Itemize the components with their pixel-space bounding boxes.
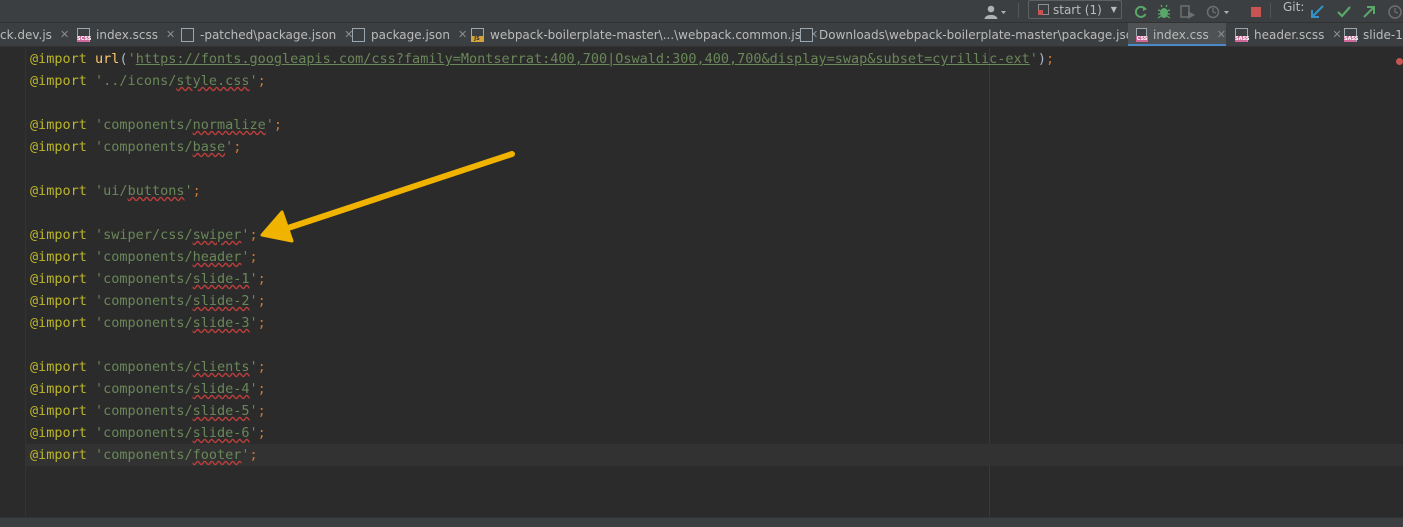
close-icon[interactable]: ✕ xyxy=(1217,28,1226,41)
tab-label: -patched\package.json xyxy=(200,27,337,42)
tab-package-json[interactable]: package.json ✕ xyxy=(352,23,467,46)
json-file-icon xyxy=(800,27,813,42)
code-line[interactable] xyxy=(30,202,1054,224)
code-line[interactable]: @import 'components/footer'; xyxy=(30,444,1054,466)
toolbar-separator xyxy=(1018,3,1019,18)
error-indicator-icon xyxy=(1396,58,1403,65)
scss-file-icon: SCSS xyxy=(77,27,91,42)
tab-header-scss[interactable]: SASS header.scss ✕ xyxy=(1235,23,1342,46)
run-configuration-selector[interactable]: start (1) ▼ xyxy=(1028,0,1122,19)
tab-label: index.css xyxy=(1153,27,1209,42)
code-editor[interactable]: @import url('https://fonts.googleapis.co… xyxy=(0,47,1403,517)
close-icon[interactable]: ✕ xyxy=(60,28,69,41)
code-line[interactable]: @import 'components/slide-6'; xyxy=(30,422,1054,444)
vcs-label: Git: xyxy=(1283,0,1305,14)
tab-label: ck.dev.js xyxy=(0,27,52,42)
code-line[interactable]: @import url('https://fonts.googleapis.co… xyxy=(30,48,1054,70)
tab-index-css[interactable]: CSS index.css ✕ xyxy=(1128,23,1226,46)
code-line[interactable]: @import '../icons/style.css'; xyxy=(30,70,1054,92)
profile-icon[interactable] xyxy=(1206,0,1232,23)
tab-label: index.scss xyxy=(96,27,158,42)
coverage-icon[interactable] xyxy=(1180,0,1198,23)
json-file-icon xyxy=(352,27,365,42)
code-line[interactable]: @import 'components/slide-2'; xyxy=(30,290,1054,312)
close-icon[interactable]: ✕ xyxy=(166,28,175,41)
code-line[interactable] xyxy=(30,158,1054,180)
code-line[interactable]: @import 'components/base'; xyxy=(30,136,1054,158)
tab-label: Downloads\webpack-boilerplate-master\pac… xyxy=(819,27,1141,42)
tab-downloads-package-json[interactable]: Downloads\webpack-boilerplate-master\pac… xyxy=(800,23,1158,46)
tab-index-scss[interactable]: SCSS index.scss ✕ xyxy=(77,23,175,46)
npm-config-icon xyxy=(1038,4,1049,15)
vcs-commit-icon[interactable] xyxy=(1336,0,1352,23)
tab-slide-1-scss[interactable]: SASS slide-1.s xyxy=(1344,23,1403,46)
sass-file-icon: SASS xyxy=(1344,27,1358,42)
code-lines[interactable]: @import url('https://fonts.googleapis.co… xyxy=(30,48,1054,466)
code-line[interactable]: @import 'components/slide-3'; xyxy=(30,312,1054,334)
chevron-down-icon: ▼ xyxy=(1110,5,1117,14)
status-bar xyxy=(0,517,1403,527)
close-icon[interactable]: ✕ xyxy=(458,28,467,41)
js-file-icon: JS xyxy=(471,27,484,42)
sass-file-icon: SASS xyxy=(1235,27,1249,42)
code-line[interactable]: @import 'ui/buttons'; xyxy=(30,180,1054,202)
close-icon[interactable]: ✕ xyxy=(1332,28,1341,41)
tab-patched-package-json[interactable]: -patched\package.json ✕ xyxy=(181,23,353,46)
code-line[interactable]: @import 'components/header'; xyxy=(30,246,1054,268)
code-line[interactable] xyxy=(30,334,1054,356)
css-file-icon: CSS xyxy=(1136,27,1148,42)
code-line[interactable]: @import 'components/slide-4'; xyxy=(30,378,1054,400)
stop-icon[interactable] xyxy=(1250,0,1262,23)
debug-icon[interactable] xyxy=(1156,0,1172,23)
run-configuration-label: start (1) xyxy=(1053,2,1102,17)
code-line[interactable]: @import 'components/clients'; xyxy=(30,356,1054,378)
code-line[interactable]: @import 'components/normalize'; xyxy=(30,114,1054,136)
tab-label: package.json xyxy=(371,27,451,42)
json-file-icon xyxy=(181,27,194,42)
vcs-push-icon[interactable] xyxy=(1361,0,1377,23)
user-icon[interactable] xyxy=(983,0,1007,23)
code-line[interactable]: @import 'components/slide-5'; xyxy=(30,400,1054,422)
main-toolbar: start (1) ▼ Git: xyxy=(0,0,1403,23)
tab-label: webpack-boilerplate-master\...\webpack.c… xyxy=(490,27,801,42)
tab-label: slide-1.s xyxy=(1363,27,1403,42)
run-icon[interactable] xyxy=(1133,0,1149,23)
code-line[interactable]: @import 'components/slide-1'; xyxy=(30,268,1054,290)
tab-webpack-dev-js[interactable]: ck.dev.js ✕ xyxy=(0,23,69,46)
vcs-update-icon[interactable] xyxy=(1310,0,1326,23)
code-line[interactable]: @import 'swiper/css/swiper'; xyxy=(30,224,1054,246)
history-icon[interactable] xyxy=(1387,0,1403,23)
tab-webpack-common-js[interactable]: JS webpack-boilerplate-master\...\webpac… xyxy=(471,23,818,46)
code-line[interactable] xyxy=(30,92,1054,114)
toolbar-separator xyxy=(1270,3,1271,18)
tab-label: header.scss xyxy=(1254,27,1325,42)
editor-tab-bar: ck.dev.js ✕ SCSS index.scss ✕ -patched\p… xyxy=(0,23,1403,47)
